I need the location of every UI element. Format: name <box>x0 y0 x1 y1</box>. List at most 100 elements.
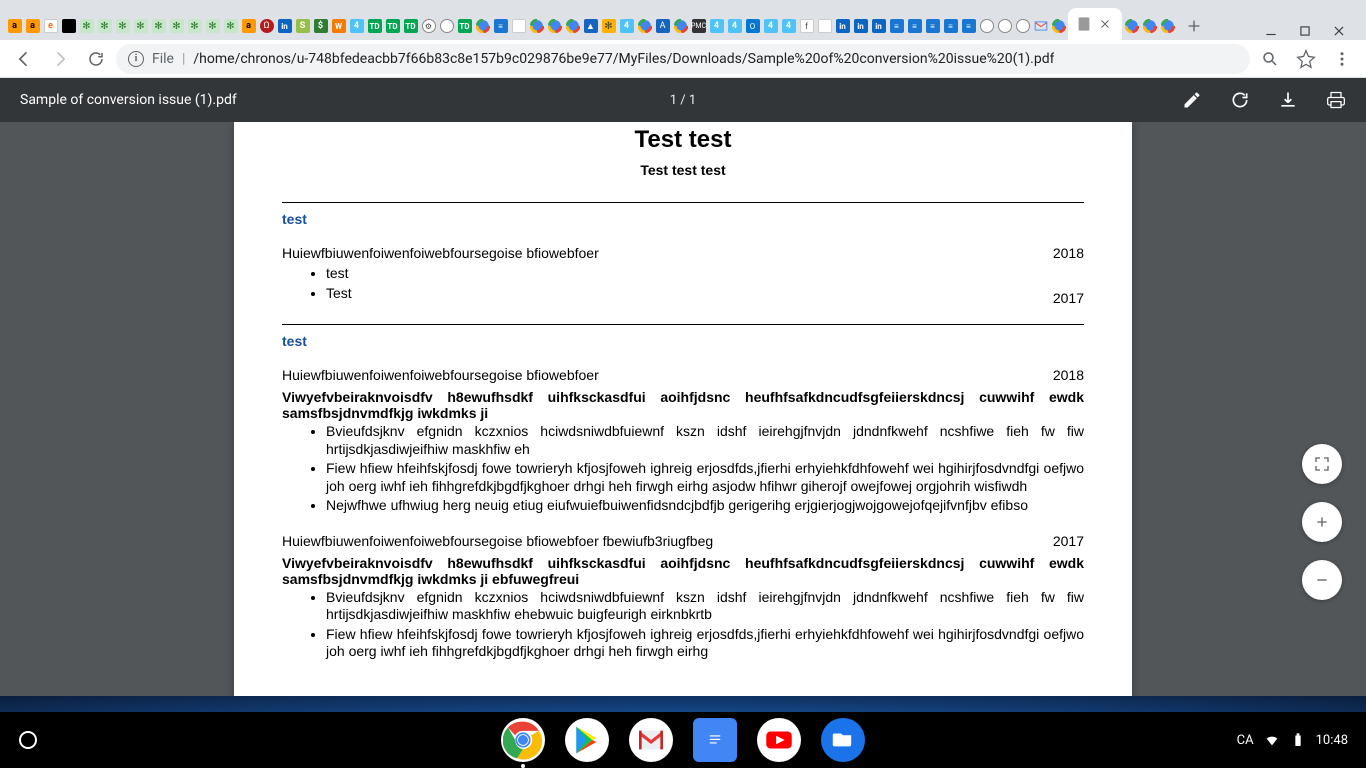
tab-favicon[interactable]: ▲ <box>582 12 599 40</box>
shelf-app-docs[interactable] <box>693 718 737 762</box>
minimize-window-button[interactable] <box>1262 22 1280 40</box>
tab-favicon[interactable] <box>672 12 689 40</box>
tab-favicon[interactable]: in <box>870 12 887 40</box>
tab-favicon[interactable]: e <box>42 12 59 40</box>
tab-favicon[interactable]: ⚙ <box>420 12 437 40</box>
zoom-out-button[interactable] <box>1302 560 1342 600</box>
tab-favicon[interactable]: ✻ <box>222 12 239 40</box>
maximize-window-button[interactable] <box>1296 22 1314 40</box>
tab-favicon[interactable]: in <box>834 12 851 40</box>
tab-favicon[interactable]: Ω <box>258 12 275 40</box>
tab-favicon[interactable] <box>996 12 1013 40</box>
tab-favicon[interactable]: a <box>240 12 257 40</box>
tab-favicon[interactable]: 4 <box>762 12 779 40</box>
download-button[interactable] <box>1278 90 1298 110</box>
tab-favicon[interactable] <box>1050 12 1067 40</box>
tab-favicon[interactable]: A <box>654 12 671 40</box>
locale-indicator: CA <box>1237 733 1254 748</box>
tab-favicon[interactable]: in <box>852 12 869 40</box>
close-tab-icon[interactable] <box>1098 17 1112 31</box>
bookmark-button[interactable] <box>1290 43 1322 75</box>
tab-favicon[interactable]: ≡ <box>960 12 977 40</box>
address-bar[interactable]: i File | /home/chronos/u-748bfedeacbb7f6… <box>116 44 1250 74</box>
new-tab-button[interactable] <box>1180 12 1208 40</box>
print-button[interactable] <box>1326 90 1346 110</box>
tab-favicon[interactable] <box>1141 12 1158 40</box>
tab-favicon[interactable] <box>1032 12 1049 40</box>
tab-favicon[interactable]: TD <box>456 12 473 40</box>
status-tray[interactable]: CA 10:48 <box>1227 728 1358 752</box>
tab-favicon[interactable] <box>564 12 581 40</box>
bullet-item: Nejwfhwe ufhwiug herg neuig etiug eiufwu… <box>326 497 1084 515</box>
pdf-page: Test test Test test test test Huiewfbiuw… <box>234 122 1132 696</box>
tab-favicon[interactable]: TD <box>402 12 419 40</box>
shelf-app-play-store[interactable] <box>565 718 609 762</box>
tab-favicon[interactable]: W <box>330 12 347 40</box>
tab-favicon[interactable] <box>546 12 563 40</box>
entry-year: 2018 <box>1053 367 1084 383</box>
pdf-viewer-area[interactable]: Test test Test test test test Huiewfbiuw… <box>0 122 1366 696</box>
close-window-button[interactable] <box>1330 22 1348 40</box>
tab-favicon[interactable] <box>978 12 995 40</box>
tab-favicon[interactable]: ✻ <box>96 12 113 40</box>
browser-menu-button[interactable] <box>1326 43 1358 75</box>
tab-favicon[interactable]: ✻ <box>204 12 221 40</box>
tab-favicon[interactable] <box>528 12 545 40</box>
bullet-item: Fiew hfiew hfeihfskjfosdj fowe towrieryh… <box>326 460 1084 495</box>
tab-favicon[interactable]: a <box>6 12 23 40</box>
tab-favicon[interactable]: ≡ <box>942 12 959 40</box>
tab-favicon[interactable]: TD <box>366 12 383 40</box>
tab-favicon[interactable]: ✻ <box>150 12 167 40</box>
tab-favicon[interactable]: O <box>744 12 761 40</box>
tab-favicon[interactable]: ✻ <box>78 12 95 40</box>
fit-page-button[interactable] <box>1302 444 1342 484</box>
tab-favicon[interactable] <box>816 12 833 40</box>
tab-favicon[interactable]: PMC <box>690 12 707 40</box>
tab-favicon[interactable]: 4 <box>708 12 725 40</box>
tab-favicon[interactable]: a <box>24 12 41 40</box>
tab-favicon[interactable] <box>438 12 455 40</box>
tab-favicon[interactable]: ✻ <box>132 12 149 40</box>
tab-favicon[interactable] <box>60 12 77 40</box>
tab-favicon[interactable] <box>1159 12 1176 40</box>
zoom-in-button[interactable] <box>1302 502 1342 542</box>
pdf-toolbar: Sample of conversion issue (1).pdf 1 / 1 <box>0 78 1366 122</box>
launcher-icon <box>19 731 37 749</box>
shelf-app-chrome[interactable] <box>501 718 545 762</box>
tab-favicon[interactable]: ✻ <box>114 12 131 40</box>
shelf-app-youtube[interactable] <box>757 718 801 762</box>
tab-favicon[interactable]: ✻ <box>600 12 617 40</box>
shelf-app-files[interactable] <box>821 718 865 762</box>
tab-favicon[interactable] <box>474 12 491 40</box>
active-tab[interactable] <box>1068 8 1122 40</box>
reload-button[interactable] <box>80 43 112 75</box>
url-separator: | <box>182 51 185 67</box>
tab-favicon[interactable]: $ <box>312 12 329 40</box>
forward-button[interactable] <box>44 43 76 75</box>
tab-favicon[interactable]: TD <box>384 12 401 40</box>
launcher-button[interactable] <box>8 720 48 760</box>
tab-favicon[interactable] <box>1014 12 1031 40</box>
tab-favicon[interactable]: ≡ <box>492 12 509 40</box>
tab-favicon[interactable]: 4 <box>348 12 365 40</box>
tab-favicon[interactable]: ✻ <box>186 12 203 40</box>
tab-favicon[interactable]: f <box>798 12 815 40</box>
tab-favicon[interactable] <box>510 12 527 40</box>
tab-favicon[interactable]: 4 <box>726 12 743 40</box>
tab-favicon[interactable]: ✻ <box>168 12 185 40</box>
zoom-indicator-icon[interactable] <box>1254 43 1286 75</box>
tab-favicon[interactable]: ≡ <box>924 12 941 40</box>
tab-favicon[interactable] <box>636 12 653 40</box>
tab-favicon[interactable]: ≡ <box>888 12 905 40</box>
tab-favicon[interactable]: S <box>294 12 311 40</box>
shelf-app-gmail[interactable] <box>629 718 673 762</box>
rotate-button[interactable] <box>1230 90 1250 110</box>
back-button[interactable] <box>8 43 40 75</box>
tab-favicon[interactable]: 4 <box>618 12 635 40</box>
tab-favicon[interactable]: 4 <box>780 12 797 40</box>
page-info-icon[interactable]: i <box>128 51 144 67</box>
tab-favicon[interactable]: in <box>276 12 293 40</box>
tab-favicon[interactable]: ≡ <box>906 12 923 40</box>
annotate-button[interactable] <box>1182 90 1202 110</box>
tab-favicon[interactable] <box>1123 12 1140 40</box>
